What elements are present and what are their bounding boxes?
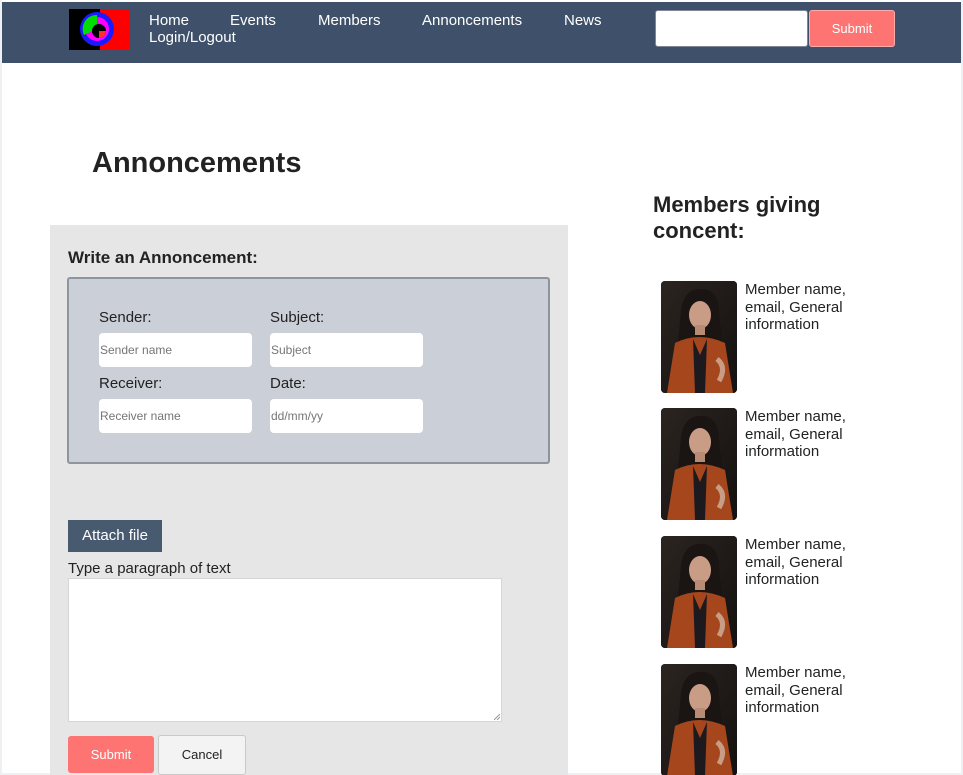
page-title: Annoncements (92, 147, 302, 179)
member-info: Member name, email, General information (745, 664, 846, 716)
resize-handle-icon[interactable] (494, 714, 500, 720)
site-logo[interactable] (69, 9, 130, 50)
form-cancel-button[interactable]: Cancel (158, 735, 246, 775)
attach-file-button[interactable]: Attach file (68, 520, 162, 552)
search-input[interactable] (655, 10, 808, 47)
member-info: Member name, email, General information (745, 281, 846, 333)
member-avatar (661, 536, 737, 648)
nav-link-home[interactable]: Home (149, 12, 189, 29)
member-info: Member name, email, General information (745, 408, 846, 460)
member-info: Member name, email, General information (745, 536, 846, 588)
receiver-input[interactable]: Receiver name (99, 399, 252, 433)
announcement-textarea[interactable] (68, 578, 502, 722)
receiver-label: Receiver: (99, 375, 163, 392)
form-title: Write an Annoncement: (68, 248, 258, 267)
nav-link-members[interactable]: Members (318, 12, 381, 29)
announcement-form-panel: Write an Annoncement: Sender: Sender nam… (50, 225, 568, 775)
member-avatar (661, 408, 737, 520)
date-input[interactable]: dd/mm/yy (270, 399, 423, 433)
member-card: Member name, email, General information (661, 536, 881, 648)
date-label: Date: (270, 375, 306, 392)
member-card: Member name, email, General information (661, 408, 881, 520)
nav-link-login-logout[interactable]: Login/Logout (149, 29, 236, 46)
nav-link-annoncements[interactable]: Annoncements (422, 12, 522, 29)
subject-label: Subject: (270, 309, 325, 326)
member-card: Member name, email, General information (661, 281, 881, 393)
member-avatar (661, 664, 737, 775)
member-card: Member name, email, General information (661, 664, 881, 775)
nav-link-news[interactable]: News (564, 12, 602, 29)
subject-input[interactable]: Subject (270, 333, 423, 367)
sender-input[interactable]: Sender name (99, 333, 252, 367)
announcement-fieldset: Sender: Sender name Subject: Subject Rec… (67, 277, 550, 464)
logo-icon (69, 9, 130, 50)
members-section-title: Members giving concent: (653, 192, 821, 243)
top-navbar: Home Events Members Annoncements News Lo… (2, 2, 961, 63)
search-submit-button[interactable]: Submit (809, 10, 895, 47)
form-submit-button[interactable]: Submit (68, 736, 154, 773)
nav-link-events[interactable]: Events (230, 12, 276, 29)
sender-label: Sender: (99, 309, 152, 326)
member-avatar (661, 281, 737, 393)
textarea-label: Type a paragraph of text (68, 560, 231, 577)
